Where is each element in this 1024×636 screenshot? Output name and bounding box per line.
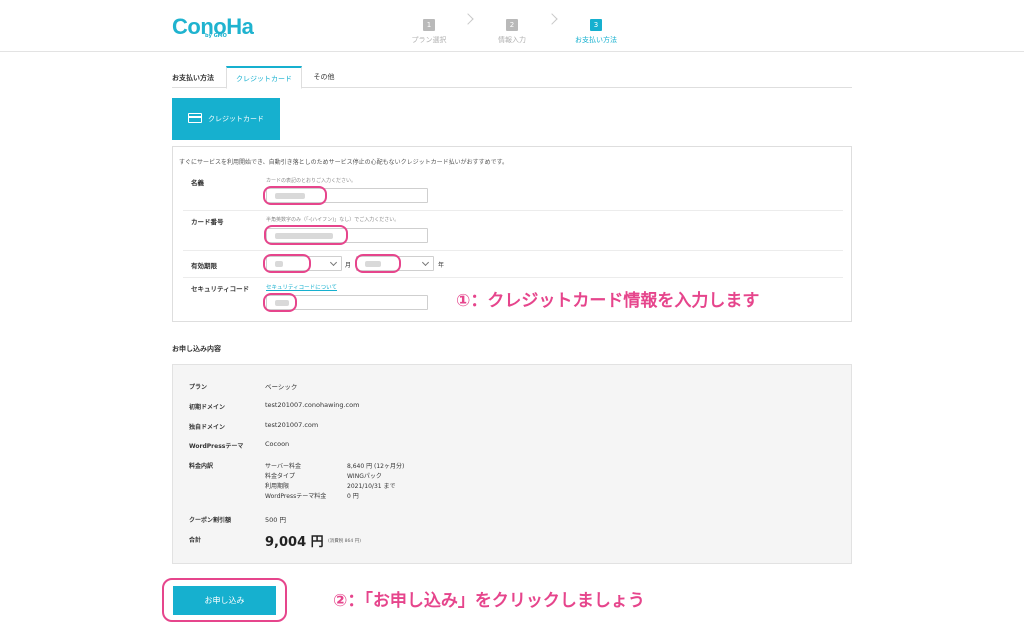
- plan-value: ベーシック: [265, 383, 298, 391]
- highlight-circle: [263, 254, 311, 273]
- credit-card-header[interactable]: クレジットカード: [172, 98, 280, 140]
- step-label: お支払い方法: [575, 36, 617, 44]
- plan-label: プラン: [189, 384, 208, 391]
- fee-value: WINGパック: [347, 473, 382, 480]
- row-divider: [183, 210, 843, 211]
- chevron-down-icon: [421, 258, 430, 267]
- header: ConoHa by GMO 1 プラン選択 2 情報入力 3 お支払い方法: [0, 0, 1024, 52]
- order-summary: プラン ベーシック 初期ドメイン test201007.conohawing.c…: [172, 364, 852, 564]
- step-label: プラン選択: [411, 36, 447, 44]
- fee-value: 2021/10/31 まで: [347, 483, 396, 490]
- highlight-circle: [263, 293, 297, 312]
- year-unit: 年: [438, 262, 445, 269]
- initial-domain-label: 初期ドメイン: [189, 404, 226, 411]
- initial-domain-value: test201007.conohawing.com: [265, 401, 360, 409]
- card-intro-text: すぐにサービスを利用開始でき、自動引き落としのためサービス停止の心配もないクレジ…: [179, 159, 508, 166]
- step-plan-select: 1 プラン選択: [389, 12, 469, 45]
- logo-subtext: by GMO: [205, 33, 227, 39]
- card-number-label: カード番号: [191, 218, 224, 226]
- month-unit: 月: [345, 262, 352, 269]
- total-tax-note: (消費税 864 円): [328, 539, 361, 544]
- fee-name: WordPressテーマ料金: [265, 493, 327, 500]
- fee-breakdown-label: 料金内訳: [189, 463, 214, 470]
- card-name-label: 名義: [191, 179, 204, 187]
- fee-value: 8,640 円 (12ヶ月分): [347, 463, 405, 470]
- step-info-input: 2 情報入力: [472, 12, 552, 45]
- step-number: 1: [423, 19, 435, 31]
- own-domain-value: test201007.com: [265, 421, 319, 429]
- card-number-hint: 半角英数字のみ（「-(ハイフン)」なし）でご入力ください。: [266, 217, 400, 223]
- submit-button[interactable]: お申し込み: [173, 586, 276, 615]
- row-divider: [183, 250, 843, 251]
- security-code-label: セキュリティコード: [191, 285, 250, 293]
- theme-value: Cocoon: [265, 440, 290, 448]
- tab-credit-card[interactable]: クレジットカード: [226, 66, 302, 89]
- coupon-label: クーポン割引額: [189, 517, 232, 524]
- payment-tabs: お支払い方法 クレジットカード その他: [172, 66, 852, 89]
- tab-other[interactable]: その他: [302, 66, 346, 88]
- total-label: 合計: [189, 537, 202, 544]
- row-divider: [183, 277, 843, 278]
- security-code-link[interactable]: セキュリティコードについて: [266, 283, 337, 291]
- expiry-label: 有効期限: [191, 262, 217, 270]
- own-domain-label: 独自ドメイン: [189, 424, 226, 431]
- order-summary-title: お申し込み内容: [172, 345, 221, 353]
- step-number: 3: [590, 19, 602, 31]
- credit-card-header-label: クレジットカード: [208, 115, 264, 123]
- fee-value: 0 円: [347, 493, 359, 500]
- credit-card-icon: [188, 113, 202, 123]
- fee-name: 料金タイプ: [265, 473, 296, 480]
- highlight-circle: [355, 254, 401, 273]
- card-name-hint: カードの表記のとおりご入力ください。: [266, 178, 357, 184]
- highlight-circle: [263, 186, 327, 205]
- chevron-down-icon: [329, 258, 338, 267]
- coupon-value: 500 円: [265, 516, 286, 524]
- payment-method-label: お支払い方法: [172, 74, 214, 82]
- highlight-circle: [264, 225, 348, 245]
- step-label: 情報入力: [498, 36, 526, 44]
- annotation-step-1: ①：クレジットカード情報を入力します: [456, 291, 760, 311]
- step-number: 2: [506, 19, 518, 31]
- fee-name: サーバー料金: [265, 463, 301, 470]
- theme-label: WordPressテーマ: [189, 443, 244, 450]
- total-value: 9,004 円: [265, 535, 324, 550]
- step-payment: 3 お支払い方法: [556, 12, 636, 45]
- fee-name: 利用期限: [265, 483, 290, 490]
- annotation-step-2: ②：「お申し込み」をクリックしましょう: [333, 591, 645, 611]
